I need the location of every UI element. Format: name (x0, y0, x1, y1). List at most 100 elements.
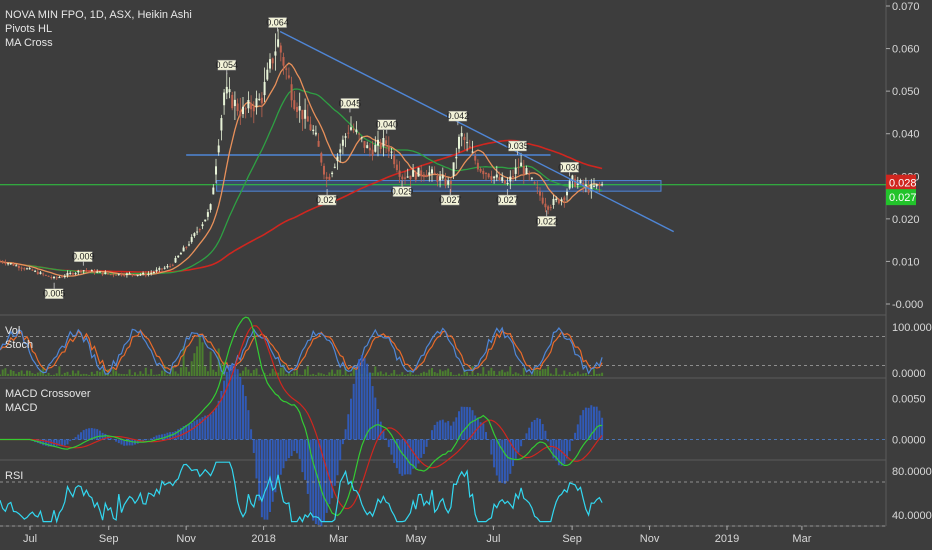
volume-bar (182, 346, 185, 376)
macd-histogram-bar (347, 414, 350, 440)
candle-body (328, 176, 331, 180)
candle-body (44, 274, 47, 276)
volume-bar (479, 373, 482, 376)
candle-body (131, 273, 134, 275)
macd-histogram-bar (77, 434, 80, 440)
volume-bar (109, 374, 112, 376)
macd-histogram-bar (341, 439, 344, 445)
volume-bar (152, 374, 155, 376)
macd-histogram-bar (355, 369, 358, 440)
volume-bar (96, 370, 99, 376)
candle-body (47, 275, 50, 277)
pivot-label: 0.009 (72, 251, 95, 266)
macd-histogram-bar (358, 359, 361, 440)
chart-canvas[interactable]: 0.070 0.060 0.050 0.040 0.030 0.020 0.010 -0.00… (0, 0, 932, 550)
candle-body (547, 206, 550, 210)
volume-bar (112, 369, 115, 376)
macd-histogram-bar (495, 439, 498, 476)
volume-bar (576, 371, 579, 376)
rsi-line (0, 461, 603, 524)
macd-histogram-bar (539, 418, 541, 440)
candle-body (171, 264, 174, 266)
pivot-label-text: 0.054 (216, 60, 239, 70)
volume-bar (123, 374, 126, 376)
macd-histogram-bar (131, 439, 134, 446)
candle-body (225, 86, 228, 94)
candle-body (536, 187, 539, 189)
candle-body (458, 136, 460, 149)
indicator-label-rsi[interactable]: RSI (5, 470, 23, 482)
macd-histogram-bar (306, 439, 309, 494)
candle-body (174, 257, 177, 263)
macd-histogram-bar (379, 421, 382, 440)
indicator-label-pivots[interactable]: Pivots HL (5, 23, 52, 35)
indicator-label-macd[interactable]: MACD (5, 402, 37, 414)
candle-body (377, 139, 379, 146)
volume-bar (17, 372, 20, 376)
volume-bar (331, 369, 334, 376)
macd-histogram-bar (463, 406, 466, 440)
volume-bar (196, 346, 199, 376)
macd-histogram-bar (85, 428, 88, 440)
candle-body (509, 176, 512, 182)
candle-body (325, 176, 328, 179)
macd-histogram-bar (350, 398, 352, 440)
candle-body (201, 224, 204, 227)
candle-body (520, 162, 523, 167)
macd-histogram-bar (328, 439, 331, 505)
pivot-label-text: 0.027 (496, 195, 519, 205)
indicator-label-vol[interactable]: Vol (5, 325, 20, 337)
volume-bar (166, 374, 169, 376)
volume-bar (387, 374, 390, 376)
candle-body (77, 270, 80, 273)
candle-body (220, 118, 223, 131)
candle-body (428, 172, 431, 176)
macd-histogram-bar (436, 421, 439, 440)
y-tick-label: 0.040 (892, 129, 920, 141)
macd-histogram-bar (279, 439, 282, 475)
candle-body (125, 273, 128, 276)
macd-histogram-bar (96, 429, 99, 440)
descending-trendline (279, 30, 674, 233)
volume-bar (287, 373, 290, 376)
candle-body (309, 124, 312, 131)
volume-bar (1, 369, 4, 376)
indicator-label-stoch[interactable]: Stoch (5, 339, 33, 351)
candle-body (255, 98, 258, 107)
volume-bar (53, 374, 55, 376)
candle-body (474, 155, 477, 161)
volume-bar (493, 370, 496, 376)
volume-bar (309, 374, 312, 376)
candle-body (385, 140, 388, 144)
candle-body (88, 270, 91, 272)
volume-bar (568, 372, 571, 376)
indicator-label-ma-cross[interactable]: MA Cross (5, 37, 53, 49)
volume-bar (209, 351, 212, 376)
candle-body (209, 204, 212, 210)
candle-body (61, 276, 64, 278)
candle-body (107, 273, 109, 275)
pivot-label: 0.045 (339, 98, 361, 113)
candle-body (74, 273, 77, 275)
volume-bar (557, 374, 560, 376)
volume-bar (377, 372, 379, 376)
macd-histogram-bar (112, 439, 115, 440)
candle-body (293, 100, 296, 110)
volume-bar (379, 371, 382, 376)
indicator-label-macd-crossover[interactable]: MACD Crossover (5, 388, 91, 400)
candle-body (341, 139, 344, 146)
macd-histogram-bar (236, 369, 239, 440)
volume-bar (544, 368, 547, 376)
volume-bar (252, 369, 255, 376)
candle-body (312, 129, 315, 131)
x-tick-label: Nov (176, 533, 196, 545)
volume-bar (293, 371, 296, 376)
candle-body (379, 142, 382, 150)
volume-bar (44, 374, 47, 376)
volume-bar (239, 373, 242, 376)
candle-body (530, 177, 533, 179)
candle-body (17, 265, 20, 268)
macd-histogram-bar (217, 400, 220, 440)
candle-body (552, 198, 555, 205)
volume-bar (563, 370, 566, 376)
